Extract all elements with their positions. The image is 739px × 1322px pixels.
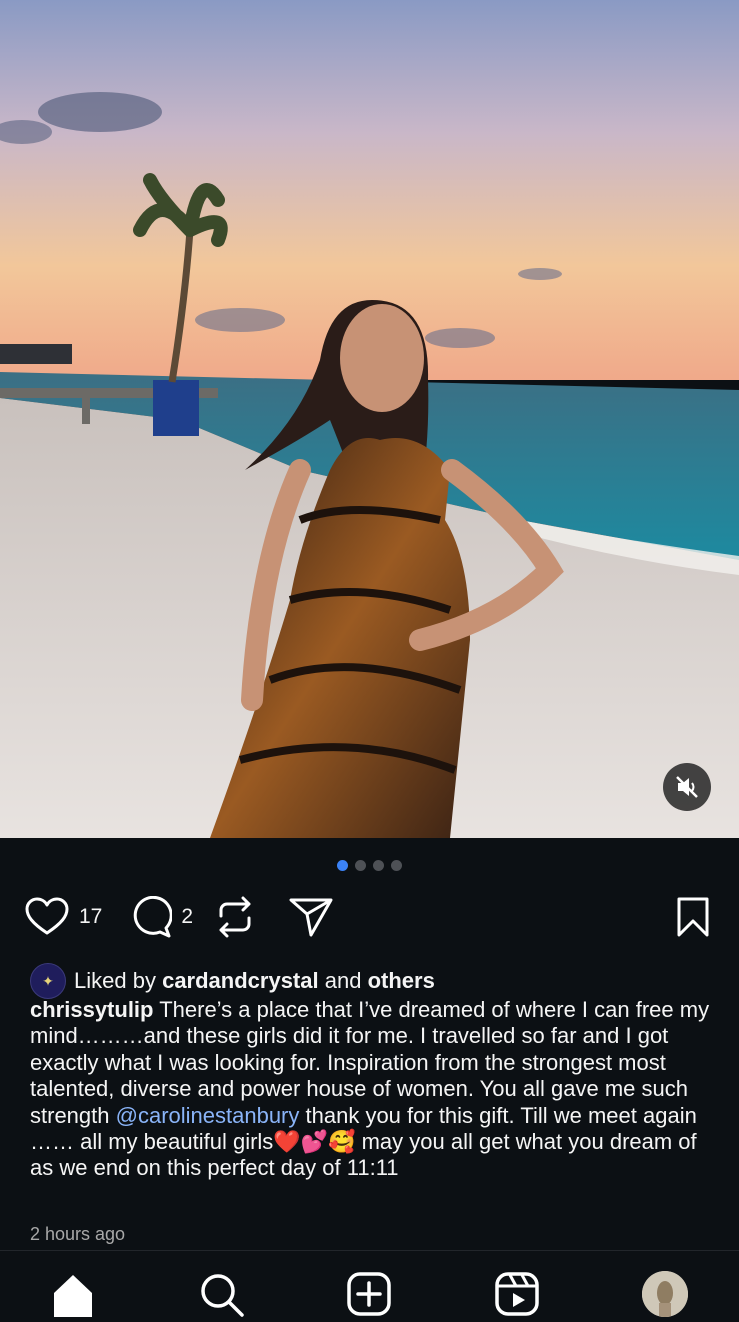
speaker-muted-icon <box>676 776 698 798</box>
post-timestamp: 2 hours ago <box>30 1224 126 1244</box>
liked-by-connector: and <box>324 968 362 993</box>
save-button[interactable] <box>675 896 711 938</box>
nav-home[interactable] <box>50 1271 96 1322</box>
liked-by-user[interactable]: cardandcrystal <box>162 968 319 994</box>
profile-avatar[interactable] <box>642 1271 688 1317</box>
add-post-icon <box>347 1272 391 1316</box>
carousel-dot-active <box>337 860 348 871</box>
comments-count[interactable]: 2 <box>181 905 193 929</box>
post-action-bar: 17 2 <box>24 893 711 941</box>
carousel-dot <box>391 860 402 871</box>
beach-sunset-photo <box>0 0 739 838</box>
liked-by-others[interactable]: others <box>368 968 435 994</box>
caption-mention[interactable]: @carolinestanbury <box>116 1103 300 1128</box>
like-button[interactable]: 17 <box>24 897 102 937</box>
liked-by-row[interactable]: ✦ Liked by cardandcrystal and others <box>30 963 719 999</box>
comment-button[interactable]: 2 <box>130 896 193 938</box>
nav-search[interactable] <box>198 1271 244 1322</box>
nav-profile[interactable] <box>642 1271 688 1317</box>
mute-button[interactable] <box>663 763 711 811</box>
post-photo[interactable] <box>0 0 739 838</box>
comment-icon <box>134 896 173 938</box>
caption-username[interactable]: chrissytulip <box>30 997 153 1022</box>
likes-count[interactable]: 17 <box>79 905 102 929</box>
carousel-dot <box>355 860 366 871</box>
share-button[interactable] <box>289 897 333 937</box>
liked-by-prefix: Liked by <box>74 968 156 993</box>
profile-avatar-image <box>642 1271 688 1317</box>
repost-button[interactable] <box>215 896 255 938</box>
heart-icon <box>25 897 69 935</box>
post-caption: chrissytulip There’s a place that I’ve d… <box>30 997 717 1182</box>
nav-create[interactable] <box>346 1271 392 1322</box>
carousel-indicator <box>0 860 739 871</box>
share-icon <box>289 898 333 937</box>
home-icon <box>54 1275 92 1317</box>
nav-reels[interactable] <box>494 1271 540 1322</box>
bottom-navigation <box>0 1250 739 1317</box>
repost-icon <box>219 896 251 938</box>
bookmark-icon <box>677 897 709 937</box>
reels-icon <box>495 1272 539 1316</box>
liker-avatar[interactable]: ✦ <box>30 963 66 999</box>
search-icon <box>201 1274 244 1317</box>
carousel-dot <box>373 860 384 871</box>
